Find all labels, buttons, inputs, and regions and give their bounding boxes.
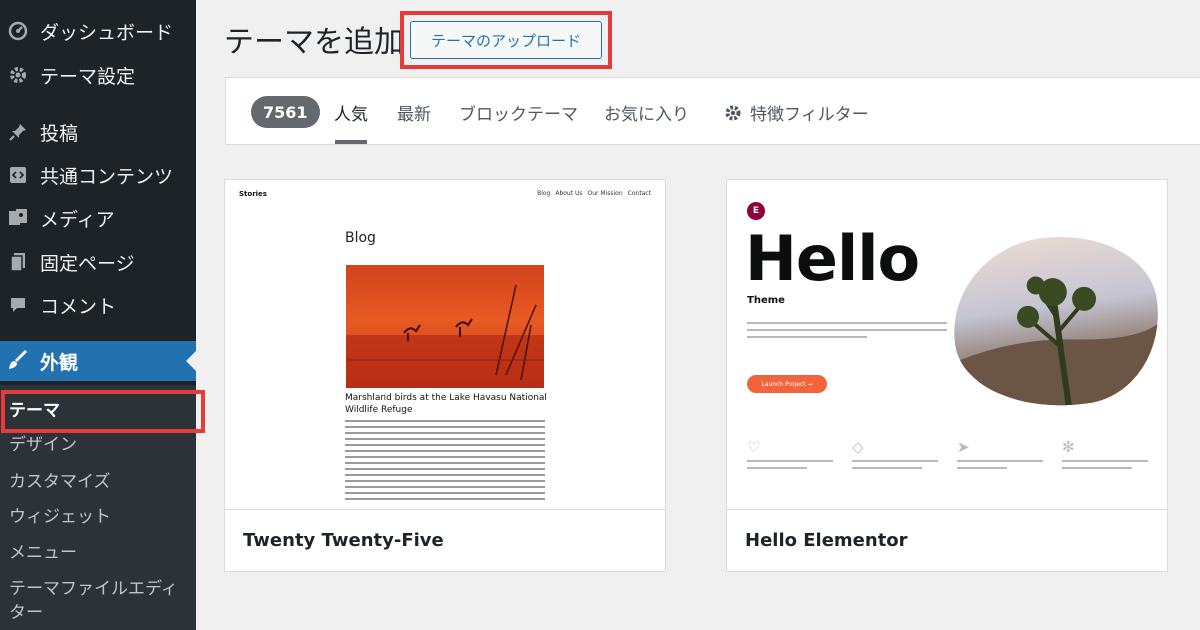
sidebar-item-comments[interactable]: コメント [0, 287, 196, 323]
page-title: テーマを追加 [224, 25, 404, 60]
admin-sidebar: ダッシュボード テーマ設定 投稿 共通コンテンツ メディア 固定ページ コメント… [0, 0, 196, 630]
current-tab-indicator [335, 140, 367, 144]
gear-icon [6, 63, 30, 87]
elementor-logo: E [747, 202, 765, 220]
active-indicator-arrow [186, 351, 196, 371]
submenu-item-widgets[interactable]: ウィジェット [0, 505, 196, 529]
appearance-submenu: テーマ デザイン カスタマイズ ウィジェット メニュー テーマファイルエディター [0, 385, 196, 630]
sidebar-item-posts[interactable]: 投稿 [0, 114, 196, 150]
preview-feature: ✻ [1062, 438, 1162, 474]
gear-icon [725, 105, 741, 120]
theme-name: Twenty Twenty-Five [243, 530, 444, 551]
submenu-item-themes[interactable]: テーマ [0, 399, 196, 423]
sidebar-item-label: メディア [40, 208, 115, 231]
preview-feature: ♡ [747, 438, 847, 474]
tab-favorites[interactable]: お気に入り [604, 100, 689, 125]
preview-nav-item: About Us [555, 190, 583, 197]
preview-feature: ➤ [957, 438, 1057, 474]
sidebar-item-appearance[interactable]: 外観 [0, 341, 196, 381]
sidebar-item-label: テーマ設定 [40, 65, 136, 88]
theme-name: Hello Elementor [745, 530, 908, 551]
theme-screenshot[interactable]: Stories Blog About Us Our Mission Contac… [225, 180, 665, 510]
sidebar-item-label: コメント [40, 295, 117, 318]
sidebar-item-label: 外観 [40, 351, 79, 374]
tab-popular[interactable]: 人気 [334, 100, 368, 125]
submenu-item-customize[interactable]: カスタマイズ [0, 470, 196, 494]
page-icon [6, 250, 30, 274]
tab-latest[interactable]: 最新 [397, 100, 431, 125]
theme-card-twenty-twenty-five[interactable]: Stories Blog About Us Our Mission Contac… [224, 179, 666, 572]
preview-headline: Hello [745, 222, 920, 295]
theme-count-badge: 7561 [251, 96, 320, 128]
theme-card-hello-elementor[interactable]: E Hello Theme Launch Project → ♡ ◇ ➤ ✻ H… [726, 179, 1168, 572]
preview-launch-button: Launch Project → [747, 375, 827, 393]
sidebar-item-shared-content[interactable]: 共通コンテンツ [0, 157, 196, 193]
preview-post-title: Marshland birds at the Lake Havasu Natio… [345, 393, 547, 415]
sidebar-item-label: 共通コンテンツ [40, 165, 174, 188]
theme-screenshot[interactable]: E Hello Theme Launch Project → ♡ ◇ ➤ ✻ [727, 180, 1167, 510]
media-icon [6, 206, 30, 230]
preview-body-text [345, 420, 545, 504]
sidebar-item-label: ダッシュボード [40, 21, 174, 44]
feature-filter-label: 特徴フィルター [750, 105, 869, 125]
sidebar-item-pages[interactable]: 固定ページ [0, 244, 196, 280]
preview-nav-item: Our Mission [587, 190, 623, 197]
sidebar-item-theme-settings[interactable]: テーマ設定 [0, 57, 196, 93]
sidebar-item-label: 投稿 [40, 122, 79, 145]
preview-body-text [747, 322, 947, 343]
preview-nav: Blog About Us Our Mission Contact [537, 190, 651, 197]
preview-heading: Blog [345, 230, 376, 246]
submenu-item-menus[interactable]: メニュー [0, 541, 196, 565]
preview-nav-item: Contact [627, 190, 651, 197]
preview-site-title: Stories [239, 190, 267, 198]
feature-filter-button[interactable]: 特徴フィルター [724, 100, 869, 125]
dashboard-icon [6, 19, 30, 43]
brush-icon [6, 349, 30, 373]
sidebar-item-media[interactable]: メディア [0, 200, 196, 236]
submenu-item-theme-file-editor[interactable]: テーマファイルエディター [0, 577, 180, 625]
preview-nav-item: Blog [537, 190, 551, 197]
pin-icon [6, 120, 30, 144]
upload-theme-button[interactable]: テーマのアップロード [410, 21, 602, 59]
tab-block-themes[interactable]: ブロックテーマ [459, 100, 578, 125]
preview-cactus-photo [942, 223, 1167, 421]
preview-bird-photo [346, 265, 544, 388]
submenu-item-design[interactable]: デザイン [0, 433, 196, 457]
preview-subheading: Theme [747, 295, 785, 306]
code-block-icon [6, 163, 30, 187]
comment-icon [6, 293, 30, 317]
sidebar-item-dashboard[interactable]: ダッシュボード [0, 13, 196, 49]
preview-feature: ◇ [852, 438, 952, 474]
theme-filter-bar: 7561 人気 最新 ブロックテーマ お気に入り 特徴フィルター [225, 77, 1200, 145]
sidebar-item-label: 固定ページ [40, 252, 135, 275]
